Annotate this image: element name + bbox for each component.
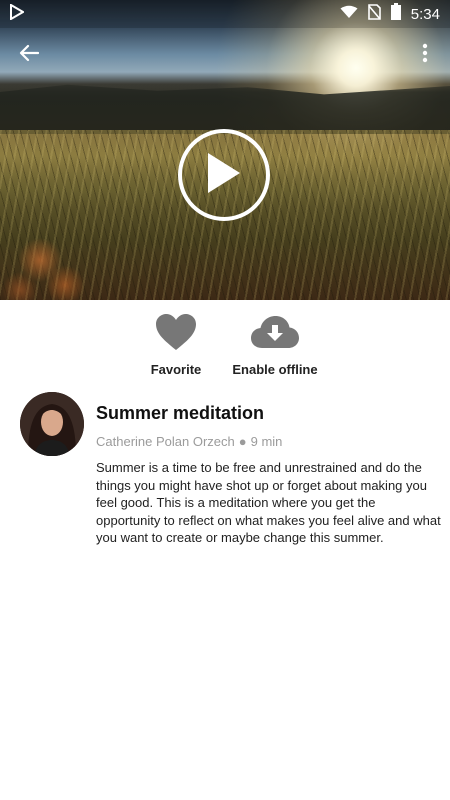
hero-hills xyxy=(0,84,450,134)
no-sim-icon xyxy=(367,3,381,25)
wifi-icon xyxy=(340,5,358,24)
duration: 9 min xyxy=(250,434,283,449)
meditation-title: Summer meditation xyxy=(96,403,265,423)
favorite-button[interactable]: Favorite xyxy=(136,312,216,377)
status-bar: 5:34 xyxy=(0,0,450,26)
play-button[interactable] xyxy=(178,129,270,221)
meditation-meta: Catherine Polan Orzech ● 9 min xyxy=(96,434,282,449)
back-button[interactable] xyxy=(12,38,46,72)
enable-offline-button[interactable]: Enable offline xyxy=(224,312,326,377)
favorite-label: Favorite xyxy=(150,362,202,377)
play-icon xyxy=(206,151,242,200)
more-vert-icon xyxy=(422,43,428,68)
author-avatar xyxy=(20,392,84,456)
more-options-button[interactable] xyxy=(410,38,440,72)
battery-icon xyxy=(390,3,401,25)
enable-offline-label: Enable offline xyxy=(232,362,318,377)
author-name: Catherine Polan Orzech xyxy=(96,434,235,449)
status-time: 5:34 xyxy=(410,5,440,23)
back-arrow-icon xyxy=(19,44,40,67)
heart-icon xyxy=(155,313,197,356)
meta-separator: ● xyxy=(238,434,247,449)
meditation-description: Summer is a time to be free and unrestra… xyxy=(96,460,441,545)
action-row: Favorite Enable offline xyxy=(0,312,450,382)
hero-flowers xyxy=(0,230,140,300)
play-store-icon xyxy=(10,3,25,25)
cloud-download-icon xyxy=(250,315,300,354)
